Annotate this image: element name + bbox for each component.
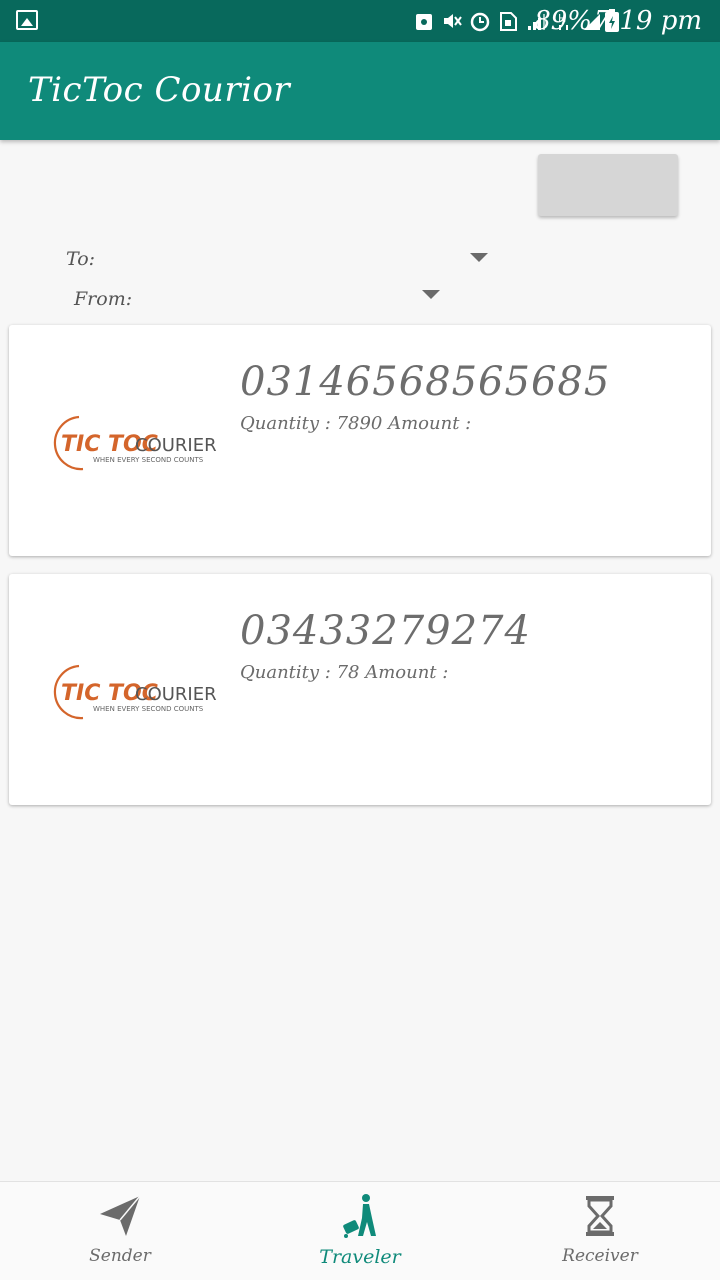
image-icon (16, 10, 38, 30)
sim-icon (500, 12, 517, 31)
svg-text:COURIER: COURIER (135, 435, 217, 456)
status-bar: H 89% 7:19 pm (0, 0, 720, 42)
send-icon (100, 1195, 141, 1236)
nav-label-receiver: Receiver (562, 1246, 638, 1266)
action-button[interactable] (538, 154, 678, 216)
tictoc-logo: TIC TOC COURIER WHEN EVERY SECOND COUNTS (53, 664, 217, 720)
svg-text:WHEN EVERY SECOND COUNTS: WHEN EVERY SECOND COUNTS (93, 705, 204, 713)
from-label: From: (74, 288, 133, 310)
to-label: To: (66, 248, 96, 270)
nav-label-traveler: Traveler (319, 1246, 401, 1268)
card-meta: Quantity : 7890 Amount : (240, 413, 472, 434)
to-dropdown-caret-icon[interactable] (470, 253, 488, 262)
app-title: TicToc Courior (28, 70, 291, 110)
clock: 7:19 pm (594, 6, 702, 36)
order-card[interactable]: TIC TOC COURIER WHEN EVERY SECOND COUNTS… (9, 325, 711, 556)
hourglass-icon (586, 1196, 614, 1236)
card-phone: 03433279274 (240, 608, 531, 654)
app-bar: TicToc Courior (0, 42, 720, 140)
traveler-icon (343, 1194, 376, 1238)
alarm-icon (470, 12, 490, 32)
nav-item-traveler[interactable]: Traveler (240, 1182, 480, 1280)
svg-text:COURIER: COURIER (135, 684, 217, 705)
tictoc-logo: TIC TOC COURIER WHEN EVERY SECOND COUNTS (53, 415, 217, 471)
order-card[interactable]: TIC TOC COURIER WHEN EVERY SECOND COUNTS… (9, 574, 711, 805)
recycle-icon (416, 14, 432, 30)
card-meta: Quantity : 78 Amount : (240, 662, 449, 683)
from-dropdown-caret-icon[interactable] (422, 290, 440, 299)
card-phone: 03146568565685 (240, 359, 611, 405)
nav-item-sender[interactable]: Sender (0, 1182, 240, 1280)
nav-label-sender: Sender (89, 1246, 151, 1266)
battery-percentage: 89% (534, 6, 592, 36)
mute-icon (444, 14, 462, 28)
svg-text:WHEN EVERY SECOND COUNTS: WHEN EVERY SECOND COUNTS (93, 456, 204, 464)
nav-item-receiver[interactable]: Receiver (480, 1182, 720, 1280)
bottom-navigation: Sender Traveler Receiver (0, 1181, 720, 1280)
